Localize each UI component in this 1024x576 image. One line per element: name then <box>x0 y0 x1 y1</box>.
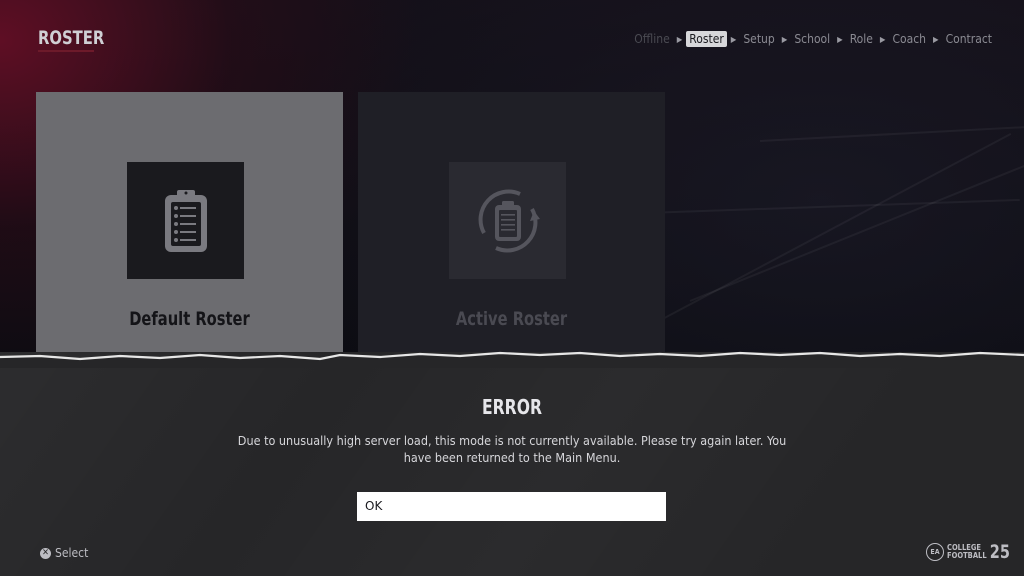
ok-button[interactable]: OK <box>357 492 666 521</box>
select-label: Select <box>55 546 89 560</box>
breadcrumb-offline: Offline <box>634 32 670 46</box>
card-label: Default Roster <box>129 308 250 330</box>
title-underline <box>38 50 94 52</box>
breadcrumb-roster: Roster <box>686 31 727 47</box>
chevron-right-icon: ▶ <box>676 34 683 44</box>
page-title: ROSTER <box>38 27 105 49</box>
chevron-right-icon: ▶ <box>781 34 788 44</box>
chevron-right-icon: ▶ <box>879 34 886 44</box>
active-roster-card[interactable]: Active Roster <box>358 92 665 362</box>
logo-words: COLLEGE FOOTBALL <box>947 544 987 560</box>
chevron-right-icon: ▶ <box>837 34 843 44</box>
ea-logo-icon: EA <box>926 543 944 561</box>
clipboard-icon <box>164 189 207 252</box>
college-football-25-logo: EA COLLEGE FOOTBALL 25 <box>926 541 1011 563</box>
breadcrumb-contract: Contract <box>945 32 992 46</box>
chevron-right-icon: ▶ <box>933 34 939 44</box>
cross-button-icon: ✕ <box>40 547 51 559</box>
default-roster-card[interactable]: Default Roster <box>36 92 343 362</box>
card-icon-box <box>449 162 566 279</box>
breadcrumb-setup: Setup <box>743 32 775 46</box>
torn-paper-edge <box>0 351 1024 368</box>
select-hint: ✕ Select <box>40 546 88 560</box>
card-label: Active Roster <box>455 308 568 330</box>
logo-year: 25 <box>989 541 1010 563</box>
card-icon-box <box>127 162 244 279</box>
breadcrumb-school: School <box>794 32 831 46</box>
breadcrumb-role: Role <box>849 32 873 46</box>
breadcrumb: Offline ▶ Roster ▶ Setup ▶ School ▶ Role… <box>631 31 995 47</box>
clipboard-refresh-icon <box>478 189 540 252</box>
breadcrumb-coach: Coach <box>892 32 927 46</box>
error-message: Due to unusually high server load, this … <box>237 433 787 465</box>
logo-line-2: FOOTBALL <box>947 551 987 560</box>
chevron-right-icon: ▶ <box>730 34 737 44</box>
error-title: ERROR <box>482 395 542 419</box>
